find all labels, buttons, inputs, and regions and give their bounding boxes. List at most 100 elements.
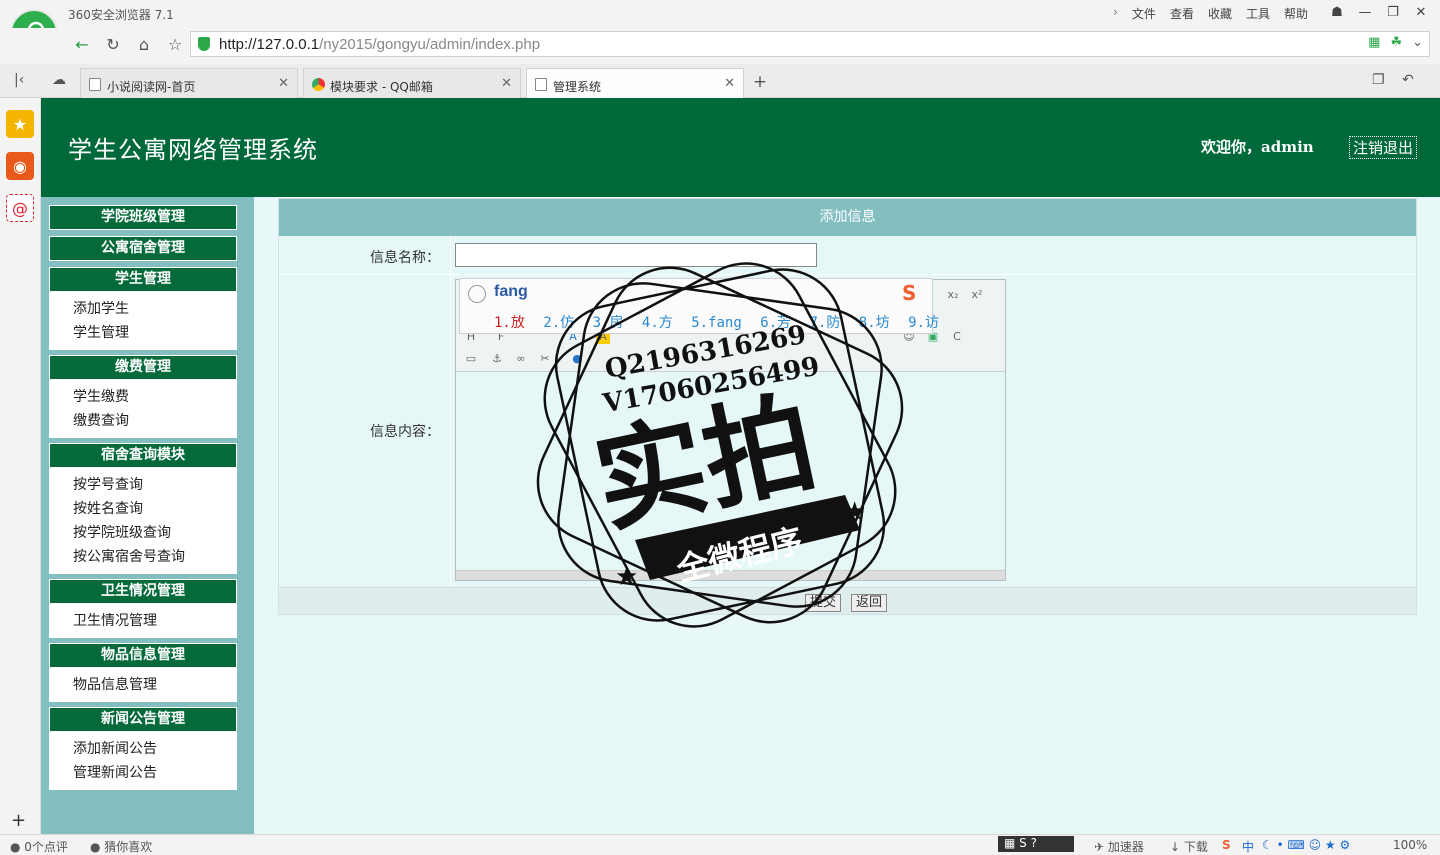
editor-resize-bar[interactable]	[456, 570, 1005, 580]
close-window-icon[interactable]: ✕	[1410, 2, 1432, 22]
tab-bar: |‹ ☁ 小说阅读网-首页 ✕ 模块要求 - QQ邮箱 ✕ 管理系统 ✕ + ❐…	[0, 64, 1440, 98]
nav-item-hygiene[interactable]: 卫生情况管理	[73, 609, 237, 633]
nav-item-query-by-name[interactable]: 按姓名查询	[73, 497, 237, 521]
download-text: 下载	[1183, 840, 1208, 854]
code-icon[interactable]: C	[950, 330, 964, 344]
sogou-status-icon[interactable]: S	[1222, 838, 1231, 852]
ime-candidate[interactable]: 4.方	[642, 315, 673, 331]
nav-head[interactable]: 学院班级管理	[49, 205, 237, 230]
form-footer: 提交 返回	[279, 587, 1416, 614]
ime-candidate[interactable]: 9.访	[908, 315, 939, 331]
nav-head[interactable]: 宿舍查询模块	[49, 443, 237, 468]
mail-at-icon[interactable]: @	[6, 194, 34, 222]
help-icon[interactable]: ●	[570, 352, 584, 366]
info-name-input[interactable]	[455, 243, 817, 267]
nav-item-manage-news[interactable]: 管理新闻公告	[73, 761, 237, 785]
nav-head[interactable]: 物品信息管理	[49, 643, 237, 668]
download-status[interactable]: ↓ 下载	[1170, 838, 1208, 855]
ime-tools-icons[interactable]: ☾ • ⌨ ☺ ★ ⚙	[1262, 838, 1350, 852]
qr-code-icon[interactable]: ▦	[1368, 35, 1380, 50]
nav-item-query-by-dorm[interactable]: 按公寓宿舍号查询	[73, 545, 237, 569]
info-name-label: 信息名称：	[370, 250, 440, 266]
accelerator-status[interactable]: ✈ 加速器	[1094, 838, 1144, 855]
ime-toolbar[interactable]: ▦ S ?	[998, 836, 1074, 852]
nav-item-pay-fee[interactable]: 学生缴费	[73, 385, 237, 409]
add-info-form: 添加信息 信息名称： 信息内容： H F A A ▭ ⚓ ∞ ✂ ● ☺ ▣ C…	[278, 198, 1417, 615]
tab-list-icon[interactable]: ❐	[1372, 72, 1385, 88]
nav-head[interactable]: 新闻公告管理	[49, 707, 237, 732]
url-text[interactable]: http://127.0.0.1/ny2015/gongyu/admin/ind…	[219, 36, 540, 53]
cloud-icon[interactable]: ☁	[52, 72, 66, 88]
menu-view[interactable]: 查看	[1170, 5, 1194, 22]
logout-link[interactable]: 注销退出	[1349, 136, 1418, 159]
collapse-sidebar-icon[interactable]: |‹	[14, 72, 24, 88]
nav-item-add-student[interactable]: 添加学生	[73, 297, 237, 321]
speed-mode-icon[interactable]: ☘	[1390, 35, 1402, 50]
submit-button[interactable]: 提交	[805, 594, 842, 612]
menu-help[interactable]: 帮助	[1284, 5, 1308, 22]
tab-admin-system[interactable]: 管理系统 ✕	[526, 68, 744, 98]
menu-file[interactable]: 文件	[1132, 5, 1156, 22]
menu-tools[interactable]: 工具	[1246, 5, 1270, 22]
comments-status[interactable]: ● 0个点评	[10, 838, 68, 855]
ime-chinese-indicator[interactable]: 中	[1242, 838, 1254, 855]
superscript-icon[interactable]: x²	[970, 288, 984, 302]
nav-item-add-news[interactable]: 添加新闻公告	[73, 737, 237, 761]
dropdown-chevron-icon[interactable]: ⌄	[1412, 35, 1423, 50]
back-button[interactable]: 返回	[851, 594, 888, 612]
maximize-icon[interactable]: ❐	[1382, 2, 1404, 22]
nav-head[interactable]: 缴费管理	[49, 355, 237, 380]
page-icon	[89, 78, 101, 91]
anchor-icon[interactable]: ⚓	[490, 352, 504, 366]
skin-icon[interactable]: ☗	[1326, 2, 1348, 22]
sogou-logo-icon: S	[902, 281, 917, 305]
tab-close-icon[interactable]: ✕	[724, 76, 735, 91]
page-icon	[535, 78, 547, 91]
tab-close-icon[interactable]: ✕	[501, 76, 512, 91]
ime-candidate[interactable]: 3.房	[593, 315, 624, 331]
chevron-right-icon[interactable]: ›	[1113, 5, 1118, 22]
guess-status[interactable]: ● 猜你喜欢	[90, 838, 152, 855]
nav-head[interactable]: 公寓宿舍管理	[49, 236, 237, 261]
favorites-star-icon[interactable]: ★	[6, 110, 34, 138]
home-icon[interactable]: ⌂	[132, 32, 156, 56]
ime-candidate[interactable]: 5.fang	[691, 315, 742, 331]
ime-candidate[interactable]: 1.放	[494, 315, 525, 331]
ime-candidate[interactable]: 7.防	[810, 315, 841, 331]
ime-bulb-icon[interactable]	[468, 285, 486, 303]
nav-head[interactable]: 卫生情况管理	[49, 579, 237, 604]
minimize-icon[interactable]: —	[1354, 2, 1376, 22]
subscript-icon[interactable]: x₂	[946, 288, 960, 302]
refresh-icon[interactable]: ↻	[101, 32, 125, 56]
nav-group-college-class: 学院班级管理	[49, 205, 237, 230]
address-bar[interactable]: http://127.0.0.1/ny2015/gongyu/admin/ind…	[190, 31, 1430, 57]
hr-icon[interactable]: ▭	[464, 352, 478, 366]
nav-head[interactable]: 学生管理	[49, 267, 237, 292]
unlink-icon[interactable]: ✂	[538, 352, 552, 366]
menu-favorites[interactable]: 收藏	[1208, 5, 1232, 22]
column-divider	[450, 236, 451, 587]
nav-item-goods[interactable]: 物品信息管理	[73, 673, 237, 697]
undo-close-icon[interactable]: ↶	[1402, 72, 1414, 88]
link-icon[interactable]: ∞	[514, 352, 528, 366]
nav-item-query-by-class[interactable]: 按学院班级查询	[73, 521, 237, 545]
nav-item-query-by-id[interactable]: 按学号查询	[73, 473, 237, 497]
tab-qq-mail[interactable]: 模块要求 - QQ邮箱 ✕	[303, 68, 521, 98]
zoom-level[interactable]: 100%	[1393, 838, 1427, 852]
ime-candidate[interactable]: 2.仿	[543, 315, 574, 331]
weibo-icon[interactable]: ◉	[6, 152, 34, 180]
tab-novel-home[interactable]: 小说阅读网-首页 ✕	[80, 68, 298, 98]
add-sidebar-plus-icon[interactable]: +	[11, 810, 26, 831]
nav-item-manage-student[interactable]: 学生管理	[73, 321, 237, 345]
tab-close-icon[interactable]: ✕	[278, 76, 289, 91]
browser-menu: › 文件 查看 收藏 工具 帮助	[1113, 5, 1308, 22]
address-bar-tools: ▦ ☘ ⌄	[1368, 35, 1423, 50]
star-icon[interactable]: ☆	[163, 32, 187, 56]
ime-composition: fang	[494, 283, 528, 300]
ime-candidate[interactable]: 6.芳	[760, 315, 791, 331]
new-tab-plus-icon[interactable]: +	[750, 72, 770, 92]
window-controls: ☗ — ❐ ✕	[1326, 2, 1432, 22]
nav-item-fee-query[interactable]: 缴费查询	[73, 409, 237, 433]
ime-candidate[interactable]: 8.坊	[859, 315, 890, 331]
back-arrow-icon[interactable]: ←	[70, 32, 94, 56]
